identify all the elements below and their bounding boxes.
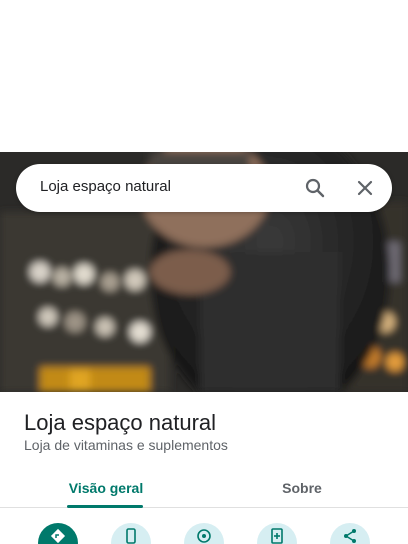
- place-category: Loja de vitaminas e suplementos: [24, 437, 228, 453]
- location-button[interactable]: [184, 523, 224, 544]
- tab-overview[interactable]: Visão geral: [64, 468, 148, 508]
- directions-button[interactable]: [38, 523, 78, 544]
- directions-icon: [50, 528, 66, 544]
- place-name: Loja espaço natural: [24, 410, 217, 435]
- save-icon: [271, 528, 283, 544]
- search-icon[interactable]: [303, 176, 327, 200]
- share-icon: [344, 529, 356, 543]
- save-button[interactable]: [257, 523, 297, 544]
- call-button[interactable]: [111, 523, 151, 544]
- location-icon: [197, 529, 211, 543]
- tab-bar: Visão geral Sobre: [0, 468, 408, 508]
- search-bar[interactable]: Loja espaço natural: [16, 164, 392, 212]
- search-input[interactable]: Loja espaço natural: [40, 178, 171, 195]
- close-icon[interactable]: [353, 176, 377, 200]
- phone-icon: [126, 528, 136, 544]
- action-row: [0, 508, 408, 544]
- top-blank-area: [0, 0, 408, 152]
- tab-about[interactable]: Sobre: [262, 468, 342, 508]
- share-button[interactable]: [330, 523, 370, 544]
